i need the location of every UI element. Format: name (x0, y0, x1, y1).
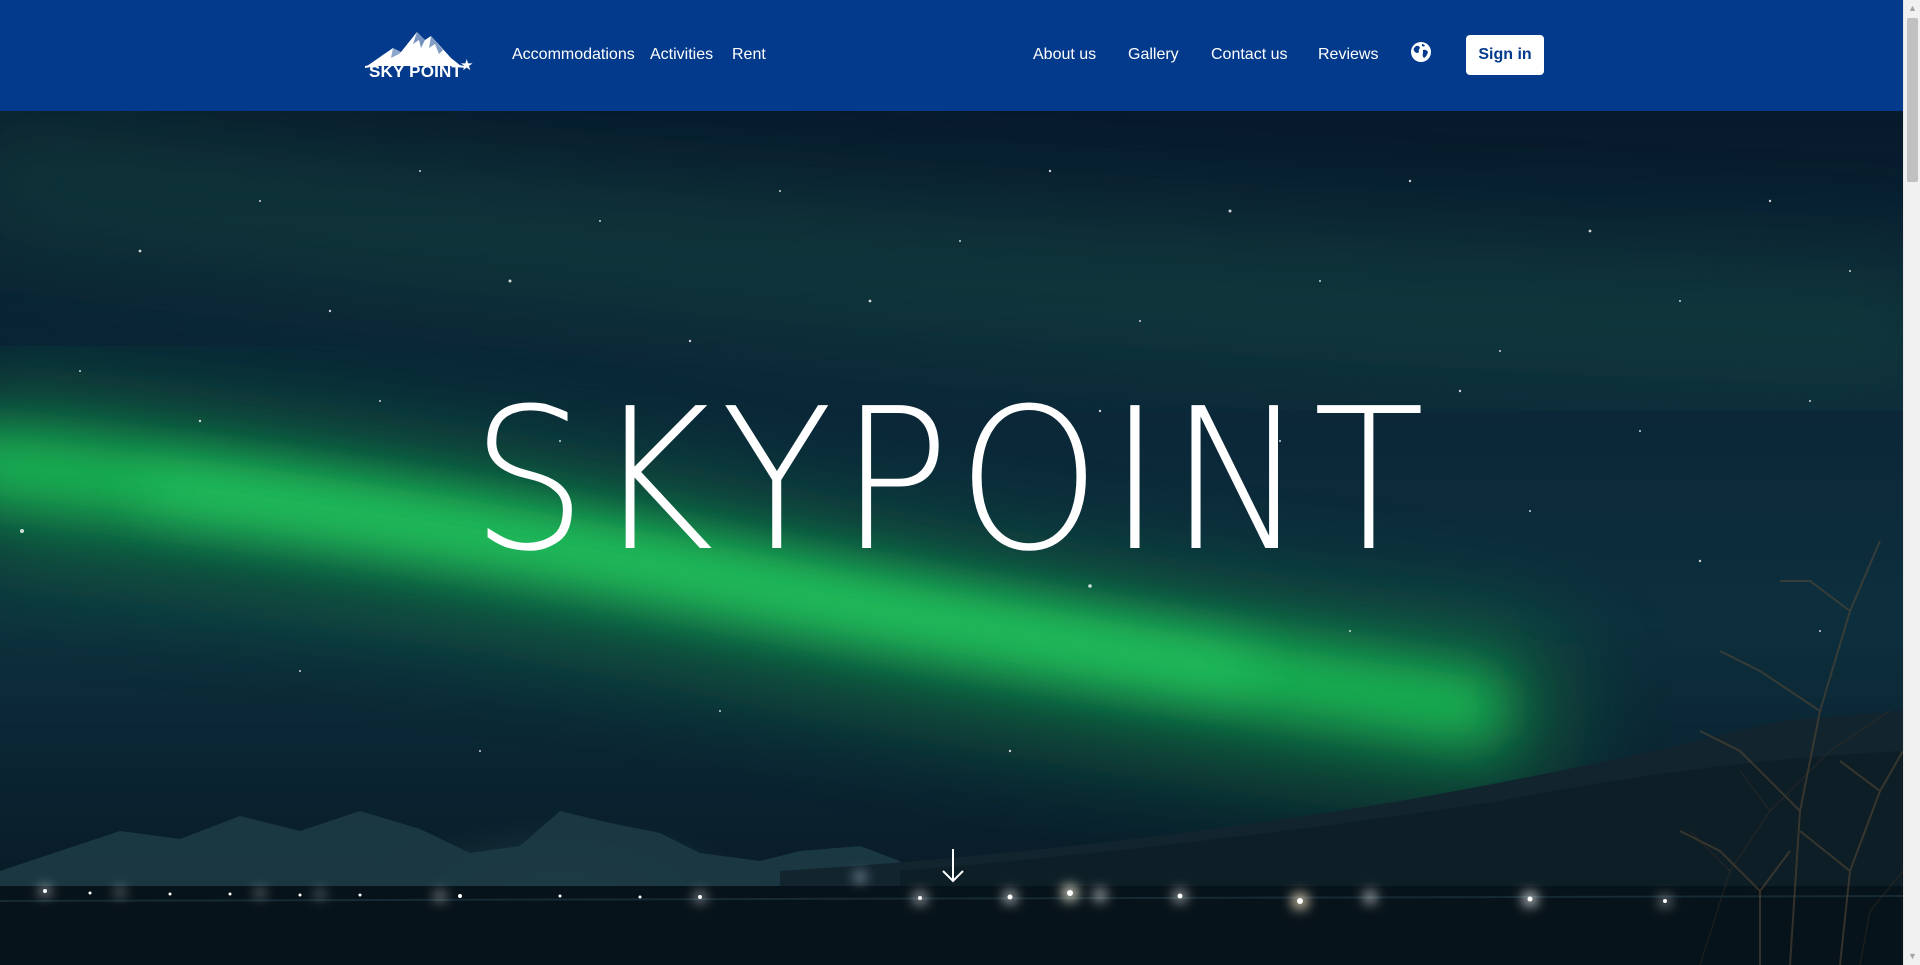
hero-section: SKYPOINT (0, 111, 1903, 965)
nav-rent[interactable]: Rent (732, 44, 766, 66)
logo-wordmark: SKY POINT (369, 62, 463, 81)
scroll-down-icon[interactable]: ▼ (1904, 948, 1920, 965)
nav-about-us[interactable]: About us (1033, 44, 1096, 66)
page: SKY POINT ★ Accommodations Activities Re… (0, 0, 1920, 965)
arrow-down-icon[interactable] (938, 845, 968, 885)
sign-in-button[interactable]: Sign in (1466, 35, 1544, 75)
star-icon: ★ (460, 57, 474, 74)
viewport: SKY POINT ★ Accommodations Activities Re… (0, 0, 1903, 965)
nav-reviews[interactable]: Reviews (1318, 44, 1378, 66)
nav-contact-us[interactable]: Contact us (1211, 44, 1287, 66)
nav-activities[interactable]: Activities (650, 44, 713, 66)
globe-icon[interactable] (1410, 41, 1432, 63)
hero-title: SKYPOINT (471, 367, 1432, 595)
scroll-up-icon[interactable]: ▲ (1904, 0, 1920, 17)
nav-gallery[interactable]: Gallery (1128, 44, 1179, 66)
top-navbar: SKY POINT ★ Accommodations Activities Re… (0, 0, 1903, 111)
nav-accommodations[interactable]: Accommodations (512, 44, 635, 66)
site-logo[interactable]: SKY POINT ★ (365, 28, 475, 84)
scrollbar-thumb[interactable] (1907, 18, 1918, 182)
vertical-scrollbar[interactable]: ▲ ▼ (1903, 0, 1920, 965)
